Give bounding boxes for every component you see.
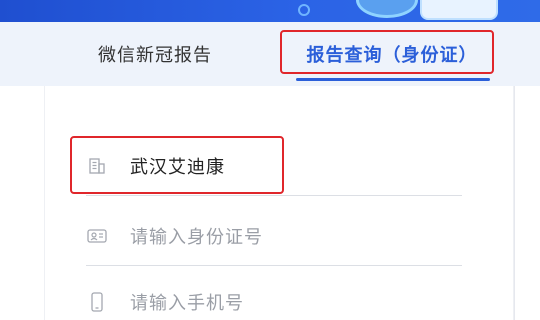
app-screen: 微信新冠报告 报告查询（身份证） 武汉艾迪康 请输入身份证号 请输入手机号 <box>0 0 540 320</box>
institution-value: 武汉艾迪康 <box>130 156 225 178</box>
id-number-field[interactable]: 请输入身份证号 <box>86 206 462 266</box>
tab-label: 报告查询（身份证） <box>306 45 478 66</box>
banner-decoration <box>356 0 418 18</box>
active-tab-indicator <box>296 78 490 81</box>
phone-number-placeholder: 请输入手机号 <box>130 293 244 314</box>
building-icon <box>86 155 108 177</box>
header-banner <box>0 0 540 22</box>
mobile-phone-icon <box>86 291 108 313</box>
id-number-placeholder: 请输入身份证号 <box>130 226 263 248</box>
tab-label: 微信新冠报告 <box>98 45 212 66</box>
tab-wechat-covid-report[interactable]: 微信新冠报告 <box>60 22 250 86</box>
banner-decoration <box>420 0 498 20</box>
tab-bar: 微信新冠报告 报告查询（身份证） <box>0 22 540 86</box>
phone-number-field[interactable]: 请输入手机号 <box>86 272 462 320</box>
institution-select[interactable]: 武汉艾迪康 <box>86 136 462 196</box>
divider <box>514 86 515 320</box>
banner-decoration <box>298 4 310 16</box>
id-card-icon <box>86 225 108 247</box>
tab-report-query-id[interactable]: 报告查询（身份证） <box>282 22 502 86</box>
